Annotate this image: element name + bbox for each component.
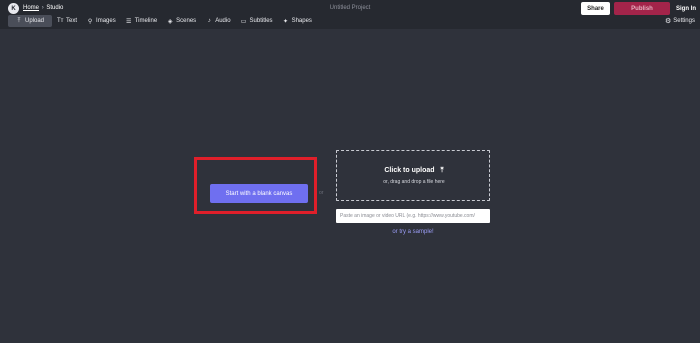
shapes-icon: ✦: [283, 18, 289, 25]
tab-text[interactable]: Tт Text: [52, 15, 82, 27]
tab-label: Scenes: [176, 18, 197, 24]
upload-title-text: Click to upload: [384, 167, 435, 174]
text-icon: Tт: [57, 18, 64, 24]
tab-upload[interactable]: ⤒ Upload: [8, 15, 53, 27]
editor-toolbar: ⤒ Upload Tт Text ⚲ Images ☰ Timeline ◈ S…: [8, 15, 317, 27]
tab-shapes[interactable]: ✦ Shapes: [278, 15, 317, 27]
tab-label: Audio: [215, 18, 231, 24]
timeline-icon: ☰: [126, 18, 132, 25]
try-sample-link[interactable]: or try a sample!: [336, 229, 490, 235]
tab-label: Text: [66, 18, 78, 24]
upload-dropzone[interactable]: Click to upload ⤒ or, drag and drop a fi…: [336, 150, 490, 201]
subtitles-icon: ▭: [240, 18, 247, 25]
upload-title: Click to upload ⤒: [337, 167, 491, 175]
upload-subtitle: or, drag and drop a file here: [383, 179, 445, 185]
tab-subtitles[interactable]: ▭ Subtitles: [236, 15, 278, 27]
settings-button[interactable]: ⚙ Settings: [665, 15, 695, 27]
music-note-icon: ♪: [207, 18, 211, 24]
sign-in-button[interactable]: Sign In: [676, 2, 696, 15]
upload-icon: ⤒: [440, 167, 444, 174]
tab-audio[interactable]: ♪ Audio: [201, 15, 235, 27]
tab-label: Timeline: [134, 18, 158, 24]
tab-scenes[interactable]: ◈ Scenes: [162, 15, 201, 27]
media-url-input[interactable]: [336, 209, 490, 223]
tab-label: Shapes: [291, 18, 312, 24]
publish-button[interactable]: Publish: [614, 2, 670, 15]
settings-label: Settings: [673, 18, 695, 24]
tab-label: Subtitles: [249, 18, 273, 24]
tab-timeline[interactable]: ☰ Timeline: [121, 15, 162, 27]
top-bar: K Home › Studio Untitled Project Share P…: [0, 0, 700, 29]
share-button[interactable]: Share: [581, 2, 610, 15]
gear-icon: ⚙: [665, 18, 672, 25]
layers-icon: ◈: [167, 18, 173, 25]
tab-label: Images: [96, 18, 116, 24]
tab-images[interactable]: ⚲ Images: [82, 15, 121, 27]
tab-label: Upload: [25, 18, 45, 24]
search-icon: ⚲: [87, 18, 93, 25]
or-divider-text: or: [319, 190, 324, 196]
blank-canvas-button[interactable]: Start with a blank canvas: [210, 184, 308, 203]
upload-icon: ⤒: [17, 17, 21, 24]
